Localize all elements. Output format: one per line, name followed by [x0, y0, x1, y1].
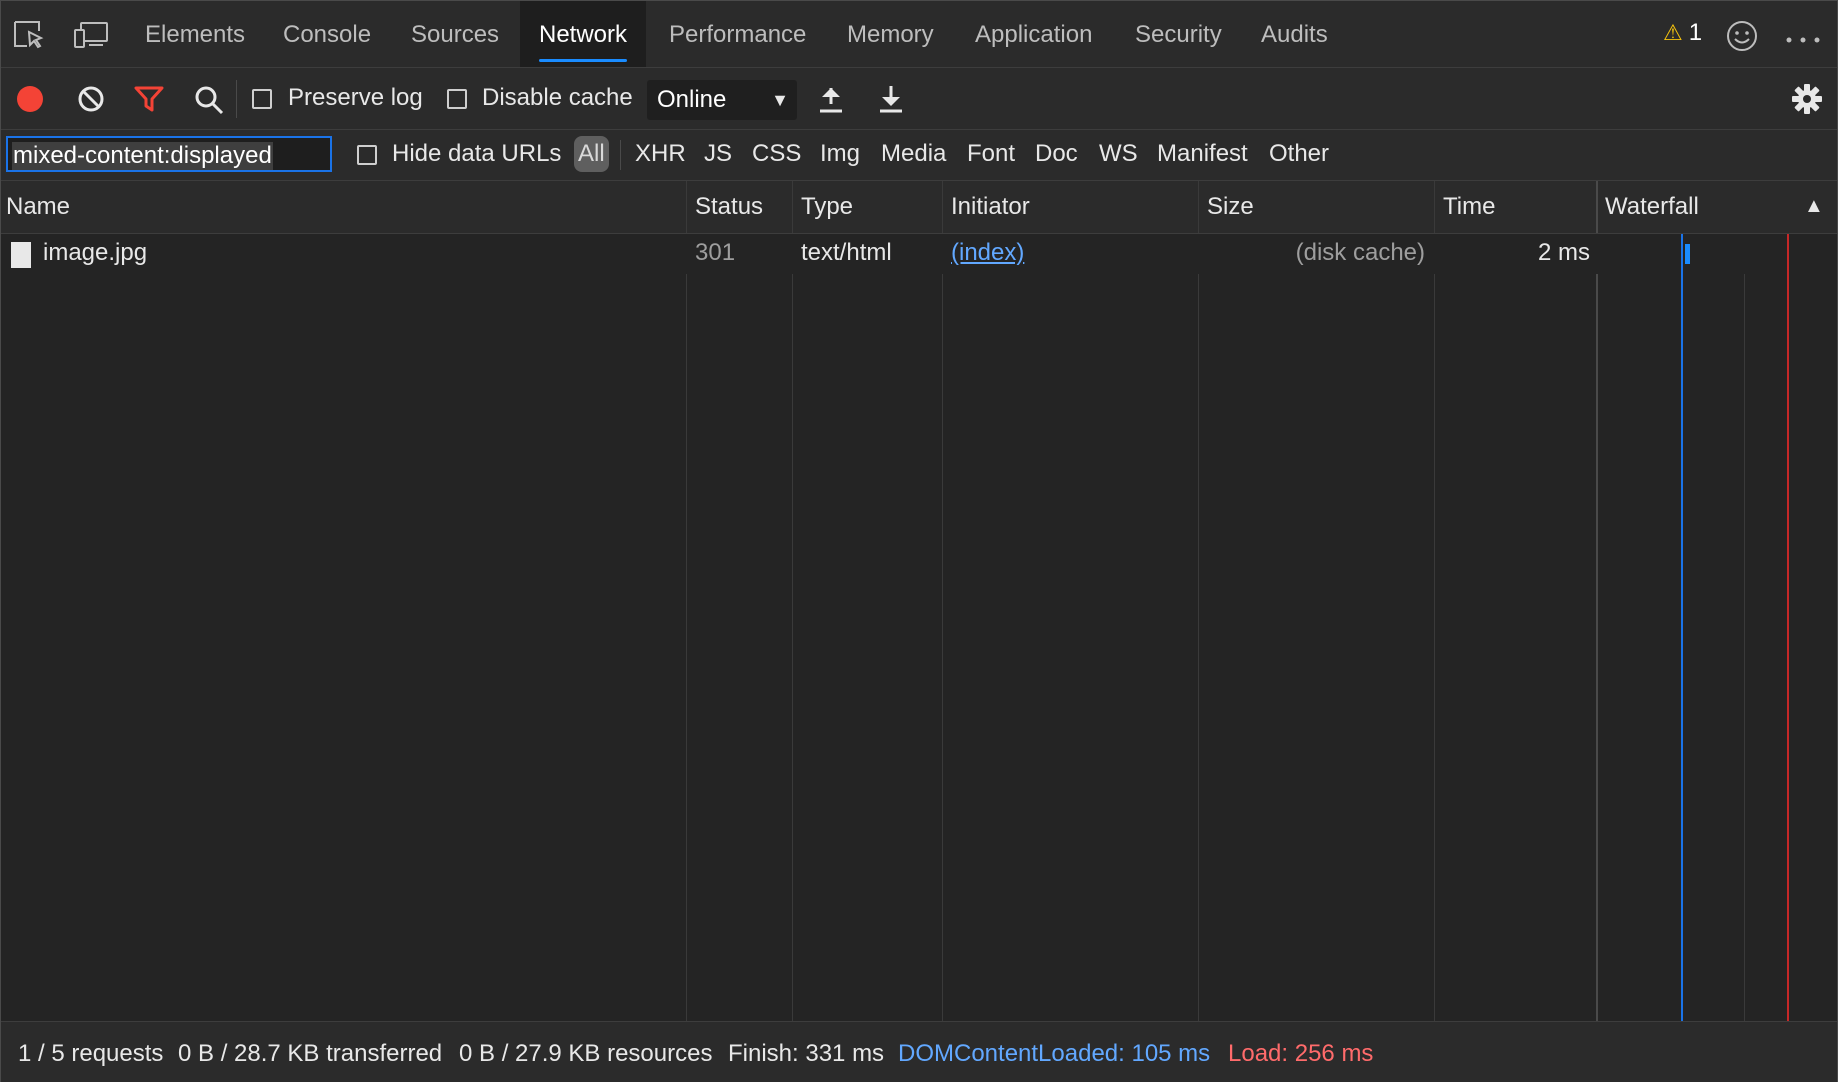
- disable-cache-label[interactable]: Disable cache: [482, 84, 633, 112]
- more-options-icon[interactable]: [1785, 31, 1821, 49]
- filter-divider: [620, 140, 621, 170]
- preserve-log-label[interactable]: Preserve log: [288, 84, 423, 112]
- table-row[interactable]: image.jpg 301 text/html (index) (disk ca…: [1, 234, 1837, 274]
- chevron-down-icon: ▼: [771, 90, 789, 110]
- tab-application[interactable]: Application: [975, 1, 1092, 67]
- type-filter-font[interactable]: Font: [967, 140, 1015, 168]
- type-filter-media[interactable]: Media: [881, 140, 946, 168]
- type-filter-css[interactable]: CSS: [752, 140, 801, 168]
- column-header-name[interactable]: Name: [6, 193, 70, 221]
- waterfall-download-bar: [1685, 244, 1690, 264]
- network-toolbar: Preserve log Disable cache Online ▼: [1, 68, 1837, 130]
- status-transferred: 0 B / 28.7 KB transferred: [178, 1040, 443, 1067]
- column-divider: [1434, 181, 1435, 1021]
- device-toolbar-icon[interactable]: [73, 21, 109, 54]
- request-time: 2 ms: [1537, 239, 1590, 266]
- clear-icon[interactable]: [77, 85, 105, 118]
- toolbar-divider: [236, 80, 237, 118]
- status-domcontentloaded: DOMContentLoaded: 105 ms: [898, 1040, 1211, 1067]
- record-icon[interactable]: [16, 85, 44, 118]
- type-filter-all[interactable]: All: [574, 136, 609, 172]
- column-divider: [942, 181, 943, 1021]
- document-file-icon: [11, 242, 31, 268]
- type-filter-img[interactable]: Img: [820, 140, 860, 168]
- requests-table: Name Status Type Initiator Size Time Wat…: [1, 181, 1837, 1021]
- filter-bar: mixed-content:displayed Hide data URLs A…: [1, 130, 1837, 181]
- type-filter-js[interactable]: JS: [704, 140, 732, 168]
- sort-ascending-icon: ▲: [1804, 195, 1824, 217]
- table-header: Name Status Type Initiator Size Time Wat…: [1, 181, 1837, 234]
- type-filter-xhr[interactable]: XHR: [635, 140, 686, 168]
- status-resources: 0 B / 27.9 KB resources: [459, 1040, 713, 1067]
- preserve-log-checkbox[interactable]: [252, 89, 272, 109]
- type-filter-manifest[interactable]: Manifest: [1157, 140, 1248, 168]
- tab-performance[interactable]: Performance: [669, 1, 806, 67]
- column-header-time[interactable]: Time: [1443, 193, 1495, 221]
- warnings-count: 1: [1688, 19, 1703, 46]
- filter-input[interactable]: mixed-content:displayed: [6, 136, 332, 172]
- disable-cache-checkbox[interactable]: [447, 89, 467, 109]
- warning-icon: ⚠: [1663, 20, 1683, 45]
- request-name[interactable]: image.jpg: [43, 239, 147, 267]
- tab-network[interactable]: Network: [520, 1, 647, 67]
- column-header-type[interactable]: Type: [801, 193, 853, 221]
- export-har-icon[interactable]: [878, 84, 904, 119]
- import-har-icon[interactable]: [818, 84, 844, 119]
- request-initiator-link[interactable]: (index): [951, 239, 1024, 267]
- column-header-initiator[interactable]: Initiator: [951, 193, 1030, 221]
- column-divider: [1596, 181, 1598, 1021]
- waterfall-grid-line: [1744, 181, 1745, 1021]
- column-divider: [792, 181, 793, 1021]
- warnings-counter[interactable]: ⚠ 1: [1663, 19, 1702, 47]
- inspect-element-icon[interactable]: [12, 19, 46, 56]
- domcontentloaded-marker-line: [1681, 234, 1683, 1021]
- load-marker-line: [1787, 234, 1789, 1021]
- throttling-select[interactable]: Online ▼: [647, 80, 797, 120]
- column-divider: [1198, 181, 1199, 1021]
- hide-data-urls-label[interactable]: Hide data URLs: [392, 140, 561, 168]
- tab-memory[interactable]: Memory: [847, 1, 934, 67]
- column-header-size[interactable]: Size: [1207, 193, 1254, 221]
- main-tab-bar: Elements Console Sources Network Perform…: [1, 1, 1837, 68]
- status-requests: 1 / 5 requests: [18, 1040, 164, 1067]
- tab-audits[interactable]: Audits: [1261, 1, 1328, 67]
- tab-console[interactable]: Console: [283, 1, 371, 67]
- column-header-status[interactable]: Status: [695, 193, 763, 221]
- hide-data-urls-checkbox[interactable]: [357, 145, 377, 165]
- filter-input-value: mixed-content:displayed: [12, 142, 273, 170]
- network-settings-gear-icon[interactable]: [1791, 83, 1823, 120]
- tab-security[interactable]: Security: [1135, 1, 1222, 67]
- type-filter-other[interactable]: Other: [1269, 140, 1329, 168]
- request-type: text/html: [801, 239, 892, 266]
- column-divider: [686, 181, 687, 1021]
- status-load: Load: 256 ms: [1228, 1040, 1374, 1067]
- filter-icon[interactable]: [134, 85, 164, 118]
- throttling-value: Online: [657, 86, 727, 113]
- request-status: 301: [695, 239, 736, 266]
- search-icon[interactable]: [194, 85, 224, 120]
- tab-sources[interactable]: Sources: [411, 1, 499, 67]
- type-filter-doc[interactable]: Doc: [1035, 140, 1078, 168]
- tab-elements[interactable]: Elements: [145, 1, 245, 67]
- request-size: (disk cache): [1295, 239, 1425, 266]
- column-header-waterfall[interactable]: Waterfall: [1605, 193, 1699, 221]
- type-filter-ws[interactable]: WS: [1099, 140, 1138, 168]
- status-finish: Finish: 331 ms: [728, 1040, 885, 1067]
- status-bar: 1 / 5 requests 0 B / 28.7 KB transferred…: [1, 1021, 1837, 1082]
- feedback-smiley-icon[interactable]: [1725, 19, 1759, 58]
